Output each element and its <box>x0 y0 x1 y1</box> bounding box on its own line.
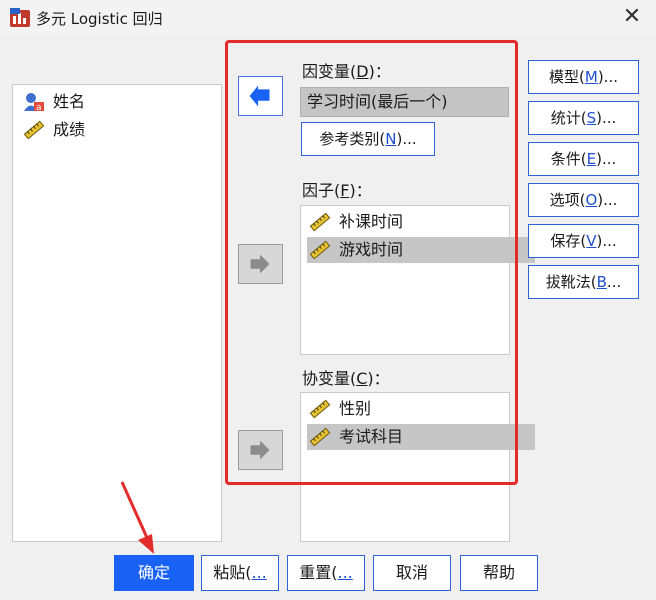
help-button[interactable]: 帮助 <box>460 555 538 591</box>
bootstrap-button[interactable]: 拔靴法(B... <box>528 265 639 299</box>
app-logo-icon <box>10 8 30 27</box>
list-item-label: 姓名 <box>53 92 86 111</box>
options-button[interactable]: 选项(O)... <box>528 183 639 217</box>
person-nominal-icon: a <box>24 93 44 112</box>
criteria-button[interactable]: 条件(E)... <box>528 142 639 176</box>
highlight-box <box>225 40 518 485</box>
title-bar: 多元 Logistic 回归 ✕ <box>0 0 656 36</box>
list-item[interactable]: a 姓名 <box>21 89 85 115</box>
model-button[interactable]: 模型(M)... <box>528 60 639 94</box>
cancel-button[interactable]: 取消 <box>373 555 451 591</box>
list-item[interactable]: 成绩 <box>21 117 85 143</box>
window-title: 多元 Logistic 回归 <box>36 10 163 28</box>
close-icon[interactable]: ✕ <box>620 4 644 30</box>
source-variable-list[interactable]: a 姓名 成绩 <box>12 84 222 542</box>
ruler-scale-icon <box>23 120 45 140</box>
svg-text:a: a <box>36 103 42 112</box>
ok-button[interactable]: 确定 <box>114 555 194 591</box>
statistics-button[interactable]: 统计(S)... <box>528 101 639 135</box>
list-item-label: 成绩 <box>53 120 86 139</box>
paste-button[interactable]: 粘贴(... <box>201 555 279 591</box>
save-button[interactable]: 保存(V)... <box>528 224 639 258</box>
annotation-arrow-icon <box>120 481 154 554</box>
reset-button[interactable]: 重置(... <box>287 555 365 591</box>
